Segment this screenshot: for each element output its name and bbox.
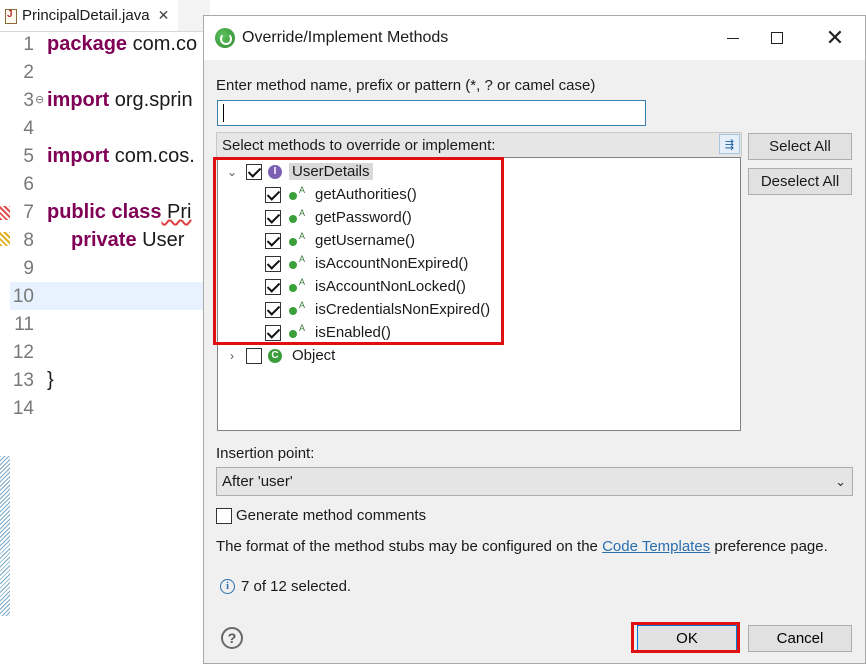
keyword: import bbox=[47, 89, 110, 111]
insertion-point-value: After 'user' bbox=[222, 473, 293, 490]
tree-node-label: Object bbox=[292, 347, 336, 364]
editor-tab[interactable]: PrincipalDetail.java ✕ bbox=[0, 0, 178, 32]
line-number: 11 bbox=[14, 314, 34, 335]
code-line: 9 bbox=[10, 254, 210, 282]
code-line: 2 bbox=[10, 58, 210, 86]
code-line: 8 private User bbox=[10, 226, 210, 254]
expand-chevron-icon[interactable]: › bbox=[224, 349, 240, 363]
object-checkbox[interactable] bbox=[246, 347, 262, 364]
editor-tab-title: PrincipalDetail.java bbox=[22, 7, 150, 24]
line-number: 4 bbox=[23, 118, 34, 139]
group-methods-toggle-icon[interactable]: ⇶ bbox=[719, 134, 740, 154]
line-number: 3 bbox=[23, 90, 34, 111]
generate-comments-checkbox[interactable] bbox=[216, 507, 232, 524]
maximize-button[interactable] bbox=[754, 16, 800, 60]
minimize-button[interactable] bbox=[710, 16, 756, 60]
java-editor: PrincipalDetail.java ✕ 1 package com.co … bbox=[0, 0, 210, 664]
spring-app-icon bbox=[215, 28, 235, 48]
select-all-button[interactable]: Select All bbox=[748, 133, 852, 160]
line-number: 10 bbox=[12, 286, 34, 307]
gutter-markers bbox=[0, 200, 10, 616]
code-line: 11 bbox=[10, 310, 210, 338]
code-text: com.cos. bbox=[109, 145, 195, 167]
fold-icon[interactable]: ⊖ bbox=[35, 86, 44, 114]
help-icon[interactable]: ? bbox=[221, 627, 243, 649]
code-area[interactable]: 1 package com.co 2 3 ⊖ import org.sprin … bbox=[10, 30, 210, 422]
deselect-all-button[interactable]: Deselect All bbox=[748, 168, 852, 195]
dialog-title: Override/Implement Methods bbox=[242, 29, 449, 46]
line-number: 14 bbox=[12, 398, 34, 419]
error-marker-icon bbox=[0, 206, 10, 220]
format-note-text: The format of the method stubs may be co… bbox=[216, 538, 603, 555]
minimize-icon bbox=[727, 37, 739, 39]
warning-marker-icon bbox=[0, 232, 10, 246]
keyword: private bbox=[71, 229, 137, 251]
code-line: 5 import com.cos. bbox=[10, 142, 210, 170]
line-number: 5 bbox=[23, 146, 34, 167]
code-line: 4 bbox=[10, 114, 210, 142]
tree-header: Select methods to override or implement: bbox=[216, 132, 742, 157]
insertion-point-select[interactable]: After 'user' ⌄ bbox=[216, 467, 853, 496]
generate-comments-option[interactable]: Generate method comments bbox=[216, 507, 426, 524]
line-number: 2 bbox=[23, 62, 34, 83]
keyword: import bbox=[47, 145, 110, 167]
code-text: User bbox=[136, 229, 185, 251]
code-line: 14 bbox=[10, 394, 210, 422]
close-icon: ✕ bbox=[825, 25, 845, 50]
line-number: 8 bbox=[23, 230, 34, 251]
java-file-icon bbox=[4, 8, 18, 24]
class-icon: C bbox=[268, 348, 282, 363]
selection-status-text: 7 of 12 selected. bbox=[241, 578, 352, 595]
format-note-suffix: preference page. bbox=[710, 538, 828, 555]
tree-header-label: Select methods to override or implement: bbox=[222, 136, 496, 154]
insertion-point-label: Insertion point: bbox=[216, 445, 315, 462]
maximize-icon bbox=[771, 32, 783, 44]
line-number: 13 bbox=[12, 370, 34, 391]
method-filter-input[interactable] bbox=[217, 100, 646, 126]
code-line: 12 bbox=[10, 338, 210, 366]
current-code-line: 10 bbox=[10, 282, 210, 310]
line-number: 12 bbox=[12, 342, 34, 363]
generate-comments-label: Generate method comments bbox=[236, 507, 427, 524]
line-number: 7 bbox=[23, 202, 34, 223]
code-line: 6 bbox=[10, 170, 210, 198]
change-marker bbox=[0, 456, 10, 616]
line-number: 6 bbox=[23, 174, 34, 195]
dialog-titlebar[interactable]: Override/Implement Methods ✕ bbox=[204, 16, 865, 60]
close-button[interactable]: ✕ bbox=[812, 16, 858, 60]
code-text: Pri bbox=[161, 201, 192, 223]
keyword: package bbox=[47, 33, 128, 55]
code-text: org.sprin bbox=[109, 89, 193, 111]
filter-label: Enter method name, prefix or pattern (*,… bbox=[216, 77, 596, 94]
keyword: public class bbox=[47, 201, 162, 223]
code-line: 1 package com.co bbox=[10, 30, 210, 58]
tree-node-object[interactable]: › C Object bbox=[224, 344, 338, 367]
highlight-box-userdetails bbox=[213, 157, 504, 345]
code-line: 3 ⊖ import org.sprin bbox=[10, 86, 210, 114]
code-text: com.co bbox=[127, 33, 198, 55]
selection-status: i 7 of 12 selected. bbox=[220, 578, 351, 595]
info-icon: i bbox=[220, 579, 235, 594]
tab-close-icon[interactable]: ✕ bbox=[158, 7, 170, 24]
cancel-button[interactable]: Cancel bbox=[748, 625, 852, 652]
text-caret bbox=[223, 104, 224, 122]
highlight-box-ok bbox=[631, 622, 740, 653]
code-line: 7 public class Pri bbox=[10, 198, 210, 226]
chevron-down-icon: ⌄ bbox=[835, 474, 846, 489]
line-number: 9 bbox=[23, 258, 34, 279]
code-line: 13 } bbox=[10, 366, 210, 394]
format-note: The format of the method stubs may be co… bbox=[216, 538, 828, 555]
line-number: 1 bbox=[23, 34, 34, 55]
code-templates-link[interactable]: Code Templates bbox=[602, 538, 710, 555]
code-text: } bbox=[47, 369, 54, 391]
